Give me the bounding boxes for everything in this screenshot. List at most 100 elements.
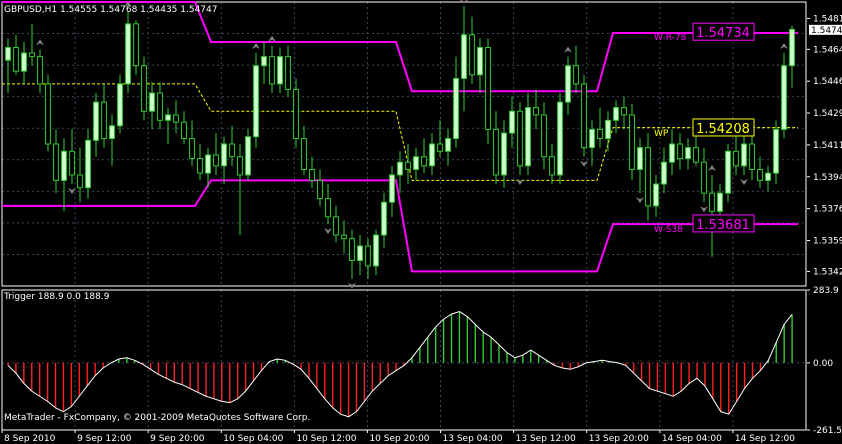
bull-candle (21, 52, 27, 72)
bull-candle (221, 143, 227, 167)
bear-candle (197, 158, 203, 174)
fractal-down-icon (740, 178, 748, 185)
fractal-up-icon (460, 0, 468, 2)
bull-candle (509, 110, 515, 134)
bear-candle (493, 128, 499, 176)
bull-candle (245, 136, 251, 176)
time-axis-label: 13 Sep 04:00 (443, 434, 503, 444)
bear-candle (349, 238, 355, 262)
bull-candle (613, 107, 619, 121)
bear-candle (581, 83, 587, 149)
bull-candle (205, 154, 211, 174)
bear-candle (757, 168, 763, 181)
bear-candle (733, 150, 739, 167)
bear-candle (301, 138, 307, 170)
bull-candle (773, 128, 779, 174)
bear-candle (469, 34, 475, 76)
bear-candle (333, 216, 339, 236)
bull-candle (261, 56, 267, 67)
bear-candle (573, 65, 579, 85)
bull-candle (413, 156, 419, 170)
indicator-title: Trigger 188.9 0.0 188.9 (4, 292, 110, 302)
bull-candle (61, 150, 67, 181)
fractal-down-icon (636, 197, 644, 204)
fractal-up-icon (564, 46, 572, 53)
support-tag: W-S38 (654, 225, 683, 235)
fractal-down-icon (700, 206, 708, 213)
bear-candle (597, 128, 603, 140)
pivot-value: 1.54208 (696, 122, 750, 137)
bull-candle (789, 28, 795, 67)
time-axis-label: 14 Sep 12:00 (735, 434, 795, 444)
price-axis-label: 1.53765 (813, 205, 842, 215)
bull-candle (653, 183, 659, 207)
bull-candle (765, 172, 771, 181)
bull-candle (125, 23, 131, 85)
bear-candle (45, 83, 51, 145)
bull-candle (741, 143, 747, 167)
indicator-axis-label: 0.00 (813, 359, 833, 369)
bull-candle (117, 83, 123, 127)
price-axis-label: 1.54115 (813, 141, 842, 151)
time-axis-label: 9 Sep 20:00 (150, 434, 205, 444)
bull-candle (373, 234, 379, 267)
bull-candle (253, 65, 259, 138)
price-axis-label: 1.54290 (813, 109, 842, 119)
bull-candle (669, 143, 675, 163)
bear-candle (213, 154, 219, 167)
time-axis-label: 13 Sep 20:00 (589, 434, 649, 444)
bull-candle (525, 107, 531, 167)
bear-candle (485, 47, 491, 130)
bear-candle (173, 114, 179, 123)
bear-candle (621, 107, 627, 116)
fractal-down-icon (324, 228, 332, 235)
time-axis-label: 10 Sep 12:00 (296, 434, 356, 444)
bear-candle (181, 121, 187, 140)
bear-candle (405, 161, 411, 170)
bear-candle (13, 47, 19, 72)
bull-candle (589, 128, 595, 149)
bull-candle (461, 34, 467, 79)
bull-candle (565, 65, 571, 103)
time-axis-label: 9 Sep 12:00 (77, 434, 132, 444)
bear-candle (29, 52, 35, 58)
weekly-resistance-line (2, 1, 798, 93)
indicator-axis-label: -261.5 (813, 426, 842, 436)
price-axis-label: 1.53420 (813, 267, 842, 277)
bear-candle (541, 114, 547, 158)
resistance-tag: W-R-78 (654, 33, 687, 43)
fractal-up-icon (36, 39, 44, 46)
bear-candle (285, 56, 291, 90)
bull-candle (637, 147, 643, 170)
bull-candle (85, 139, 91, 189)
chart-canvas[interactable]: 1.54810 1.54640 1.54465 1.54290 1.54115 1.539… (0, 0, 842, 444)
bull-candle (725, 150, 731, 194)
bear-candle (693, 147, 699, 163)
bull-candle (445, 138, 451, 152)
bear-candle (749, 143, 755, 170)
time-axis-label: 13 Sep 12:00 (516, 434, 576, 444)
bear-candle (293, 88, 299, 140)
bull-candle (501, 132, 507, 176)
bear-candle (437, 143, 443, 152)
time-axis-label: 10 Sep 20:00 (369, 434, 429, 444)
price-axis-label: 1.53940 (813, 173, 842, 183)
bear-candle (533, 107, 539, 116)
indicator-panel-border (1, 289, 807, 431)
indicator-axis-label: 283.9 (813, 286, 839, 296)
bull-candle (557, 101, 563, 176)
bear-candle (229, 143, 235, 158)
bear-candle (237, 156, 243, 176)
bull-candle (781, 65, 787, 130)
bull-candle (661, 161, 667, 185)
time-axis-label: 10 Sep 04:00 (223, 434, 283, 444)
bear-candle (629, 114, 635, 170)
bear-candle (133, 23, 139, 67)
bear-candle (69, 150, 75, 176)
fractal-down-icon (516, 178, 524, 185)
bear-candle (325, 198, 331, 218)
bear-candle (141, 65, 147, 112)
price-axis-label: 1.54810 (813, 14, 842, 24)
time-axis-label: 8 Sep 2010 (4, 434, 56, 444)
bull-candle (389, 174, 395, 203)
